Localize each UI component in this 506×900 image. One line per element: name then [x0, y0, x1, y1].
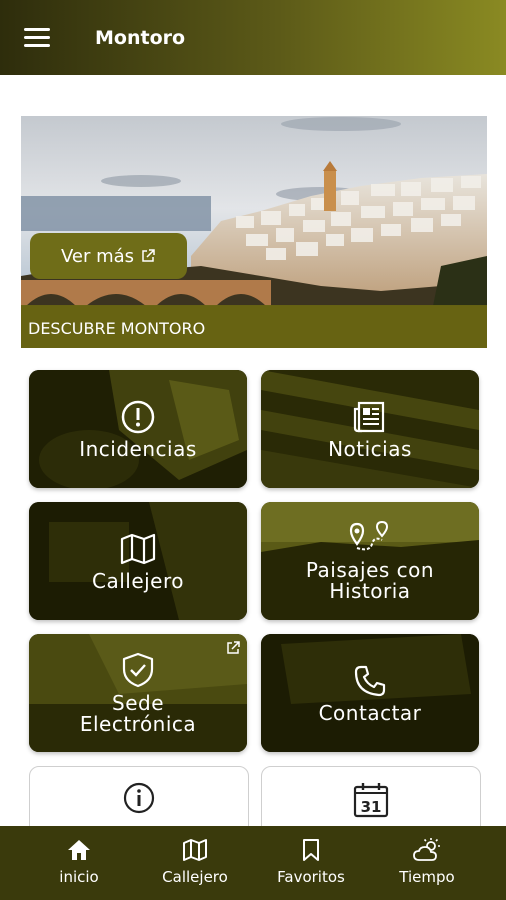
nav-label: Callejero	[162, 868, 228, 886]
ver-mas-button[interactable]: Ver más	[30, 233, 187, 279]
tile-label: Paisajes con Historia	[305, 558, 435, 603]
newspaper-icon	[353, 401, 385, 432]
nav-item-callejero[interactable]: Callejero	[132, 826, 258, 900]
nav-label: Favoritos	[277, 868, 345, 886]
nav-item-inicio[interactable]: inicio	[16, 826, 142, 900]
bookmark-icon	[303, 839, 319, 861]
shield-check-icon	[122, 652, 154, 688]
tile-label: Sede Electrónica	[79, 691, 197, 736]
hero-caption-bar: DESCUBRE MONTORO	[21, 305, 487, 348]
ver-mas-label: Ver más	[60, 245, 135, 267]
tile-label: Incidencias	[79, 436, 197, 461]
tile-label: Callejero	[91, 568, 185, 593]
info-icon	[123, 782, 155, 814]
map-icon	[120, 533, 156, 564]
home-icon	[68, 840, 90, 860]
nav-item-tiempo[interactable]: Tiempo	[364, 826, 490, 900]
nav-label: Tiempo	[399, 868, 455, 886]
calendar-icon: 31	[353, 783, 389, 818]
bottom-navigation: inicio Callejero Favoritos Tiempo	[0, 826, 506, 900]
tile-incidencias[interactable]: Incidencias	[29, 370, 247, 488]
map-icon	[183, 839, 207, 861]
hero-caption: DESCUBRE MONTORO	[28, 319, 206, 338]
hero-banner: DESCUBRE MONTORO Ver más	[21, 116, 487, 348]
nav-label: inicio	[59, 868, 99, 886]
weather-icon	[413, 838, 440, 861]
hamburger-menu-icon[interactable]	[24, 28, 50, 48]
tile-noticias[interactable]: Noticias	[261, 370, 479, 488]
alert-circle-icon	[121, 400, 155, 433]
tile-label: Contactar	[318, 700, 422, 725]
external-link-icon	[142, 249, 155, 262]
tile-sede-electronica[interactable]: Sede Electrónica	[29, 634, 247, 752]
tile-paisajes-con-historia[interactable]: Paisajes con Historia	[261, 502, 479, 620]
tile-label: Noticias	[328, 436, 412, 461]
tile-contactar[interactable]: Contactar	[261, 634, 479, 752]
tile-callejero[interactable]: Callejero	[29, 502, 247, 620]
nav-item-favoritos[interactable]: Favoritos	[248, 826, 374, 900]
page-title: Montoro	[95, 27, 186, 49]
phone-icon	[354, 665, 386, 696]
calendar-icon-day: 31	[361, 798, 382, 816]
route-pin-icon	[349, 520, 389, 551]
app-bar: Montoro	[0, 0, 506, 75]
